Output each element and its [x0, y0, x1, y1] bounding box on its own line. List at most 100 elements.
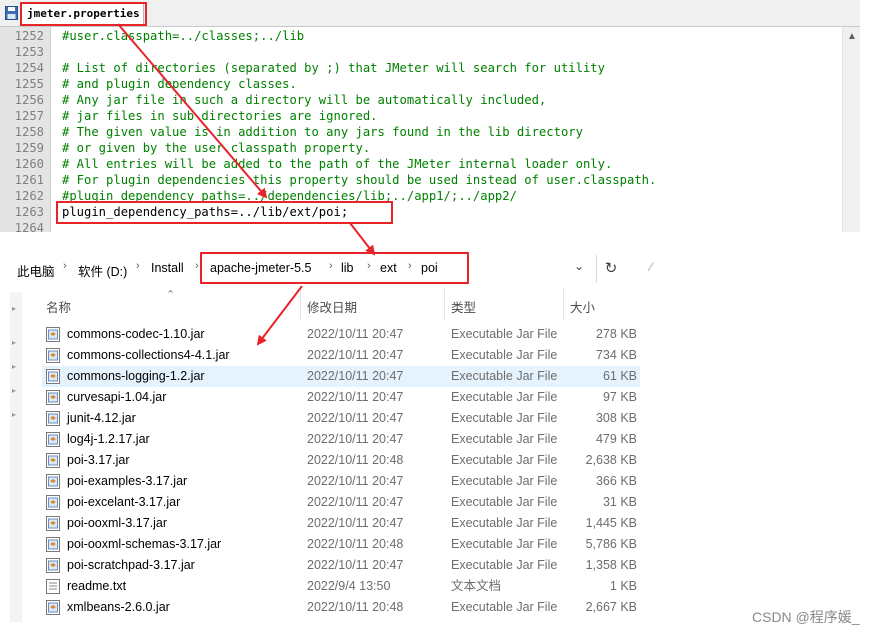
file-type: Executable Jar File	[451, 432, 558, 446]
line-text[interactable]: # or given by the user.classpath propert…	[62, 140, 370, 156]
file-size: 308 KB	[595, 411, 637, 425]
file-row[interactable]: xmlbeans-2.6.0.jar 2022/10/11 20:48 Execut…	[42, 597, 640, 618]
file-type: Executable Jar File	[451, 558, 558, 572]
expand-arrow-icon[interactable]: ▸	[12, 304, 16, 313]
column-divider[interactable]	[563, 288, 564, 320]
breadcrumb-separator-icon[interactable]: ›	[195, 260, 199, 272]
file-size: 1 KB	[609, 579, 637, 593]
column-size-header[interactable]: 大小	[570, 297, 595, 316]
breadcrumb-item[interactable]: 软件 (D:)	[78, 261, 127, 280]
file-name[interactable]: readme.txt	[67, 576, 126, 597]
line-text[interactable]: # All entries will be added to the path …	[62, 156, 612, 172]
file-type: Executable Jar File	[451, 537, 558, 551]
line-text[interactable]: plugin_dependency_paths=../lib/ext/poi;	[62, 204, 348, 220]
line-text[interactable]: # The given value is in addition to any …	[62, 124, 583, 140]
column-type-header[interactable]: 类型	[451, 297, 476, 316]
file-size: 61 KB	[602, 369, 637, 383]
file-name[interactable]: log4j-1.2.17.jar	[67, 429, 150, 450]
column-date-header[interactable]: 修改日期	[307, 297, 357, 316]
file-name[interactable]: curvesapi-1.04.jar	[67, 387, 166, 408]
file-modified-date: 2022/10/11 20:47	[307, 516, 404, 530]
breadcrumb-separator-icon[interactable]: ›	[408, 260, 412, 272]
line-text[interactable]: #user.classpath=../classes;../lib	[62, 28, 304, 44]
file-size: 5,786 KB	[585, 537, 637, 551]
file-name[interactable]: poi-ooxml-3.17.jar	[67, 513, 167, 534]
breadcrumb-item[interactable]: lib	[341, 261, 354, 275]
file-modified-date: 2022/10/11 20:47	[307, 474, 404, 488]
breadcrumb-separator-icon[interactable]: ›	[367, 260, 371, 272]
file-row[interactable]: readme.txt 2022/9/4 13:50 文本文档 1 KB	[42, 576, 640, 597]
file-row[interactable]: junit-4.12.jar 2022/10/11 20:47 Executable…	[42, 408, 640, 429]
breadcrumb-item[interactable]: 此电脑	[17, 261, 55, 280]
line-text[interactable]: # For plugin dependencies this property …	[62, 172, 656, 188]
breadcrumb-item[interactable]: poi	[421, 261, 438, 275]
jar-file-icon	[46, 348, 60, 363]
file-size: 366 KB	[595, 474, 637, 488]
tab-jmeter-properties[interactable]: jmeter.properties	[20, 2, 144, 24]
file-row[interactable]: poi-examples-3.17.jar 2022/10/11 20:47 Exe…	[42, 471, 640, 492]
file-name[interactable]: commons-logging-1.2.jar	[67, 366, 205, 387]
line-text[interactable]: # and plugin dependency classes.	[62, 76, 297, 92]
file-type: Executable Jar File	[451, 516, 558, 530]
breadcrumb-item[interactable]: ext	[380, 261, 397, 275]
breadcrumb-separator-icon[interactable]: ›	[136, 260, 140, 272]
file-name[interactable]: poi-scratchpad-3.17.jar	[67, 555, 195, 576]
column-header: ⌃ 名称 修改日期 类型 大小	[0, 288, 660, 320]
file-name[interactable]: junit-4.12.jar	[67, 408, 136, 429]
file-type: 文本文档	[451, 579, 502, 593]
line-number: 1259	[0, 140, 44, 156]
breadcrumb-separator-icon[interactable]: ›	[329, 260, 333, 272]
chevron-down-icon[interactable]: ⌄	[574, 259, 584, 273]
scroll-up-arrow-icon[interactable]: ▲	[847, 31, 857, 42]
refresh-icon[interactable]: ↻	[596, 255, 625, 283]
search-box-edge[interactable]: ∕	[650, 260, 652, 274]
file-name[interactable]: poi-ooxml-schemas-3.17.jar	[67, 534, 221, 555]
file-name[interactable]: commons-codec-1.10.jar	[67, 324, 205, 345]
file-row[interactable]: poi-3.17.jar 2022/10/11 20:48 Executable J…	[42, 450, 640, 471]
file-modified-date: 2022/10/11 20:47	[307, 348, 404, 362]
file-name[interactable]: xmlbeans-2.6.0.jar	[67, 597, 170, 618]
line-number: 1264	[0, 220, 44, 232]
file-row[interactable]: log4j-1.2.17.jar 2022/10/11 20:47 Executab…	[42, 429, 640, 450]
text-editor-window: jmeter.properties 1252 #user.classpath=..…	[0, 0, 860, 232]
line-text[interactable]: # Any jar file in such a directory will …	[62, 92, 546, 108]
file-row[interactable]: curvesapi-1.04.jar 2022/10/11 20:47 Execut…	[42, 387, 640, 408]
address-bar[interactable]: ⌄ ↻ ∕ 此电脑 › 软件 (D:) › Install › apache-jmeter-…	[0, 252, 660, 286]
file-row[interactable]: commons-collections4-4.1.jar 2022/10/11 2…	[42, 345, 640, 366]
line-text[interactable]: # List of directories (separated by ;) t…	[62, 60, 605, 76]
file-row[interactable]: poi-ooxml-3.17.jar 2022/10/11 20:47 Execut…	[42, 513, 640, 534]
file-row[interactable]: poi-scratchpad-3.17.jar 2022/10/11 20:47 E…	[42, 555, 640, 576]
code-area[interactable]: 1252 #user.classpath=../classes;../lib 125…	[0, 27, 842, 232]
file-modified-date: 2022/10/11 20:47	[307, 411, 404, 425]
jar-file-icon	[46, 453, 60, 468]
file-row[interactable]: commons-codec-1.10.jar 2022/10/11 20:47 Ex…	[42, 324, 640, 345]
line-text[interactable]: # jar files in sub directories are ignor…	[62, 108, 378, 124]
file-type: Executable Jar File	[451, 600, 558, 614]
jar-file-icon	[46, 600, 60, 615]
file-row[interactable]: poi-ooxml-schemas-3.17.jar 2022/10/11 20:…	[42, 534, 640, 555]
file-type: Executable Jar File	[451, 474, 558, 488]
file-modified-date: 2022/10/11 20:47	[307, 327, 404, 341]
column-divider[interactable]	[300, 288, 301, 320]
line-number: 1258	[0, 124, 44, 140]
line-number: 1260	[0, 156, 44, 172]
editor-vertical-scrollbar[interactable]: ▲	[842, 27, 860, 232]
breadcrumb-separator-icon[interactable]: ›	[63, 260, 67, 272]
jar-file-icon	[46, 474, 60, 489]
file-name[interactable]: commons-collections4-4.1.jar	[67, 345, 230, 366]
file-name[interactable]: poi-examples-3.17.jar	[67, 471, 187, 492]
file-name[interactable]: poi-3.17.jar	[67, 450, 130, 471]
column-name-header[interactable]: 名称	[46, 297, 71, 316]
file-row[interactable]: commons-logging-1.2.jar 2022/10/11 20:47 E…	[42, 366, 640, 387]
file-type: Executable Jar File	[451, 495, 558, 509]
column-divider[interactable]	[444, 288, 445, 320]
file-size: 97 KB	[602, 390, 637, 404]
breadcrumb-item[interactable]: Install	[151, 261, 184, 275]
file-row[interactable]: poi-excelant-3.17.jar 2022/10/11 20:47 Exe…	[42, 492, 640, 513]
file-type: Executable Jar File	[451, 327, 558, 341]
file-type: Executable Jar File	[451, 390, 558, 404]
breadcrumb-item[interactable]: apache-jmeter-5.5	[210, 261, 311, 275]
file-modified-date: 2022/10/11 20:47	[307, 369, 404, 383]
line-text[interactable]: #plugin_dependency_paths=../dependencies…	[62, 188, 517, 204]
file-name[interactable]: poi-excelant-3.17.jar	[67, 492, 180, 513]
